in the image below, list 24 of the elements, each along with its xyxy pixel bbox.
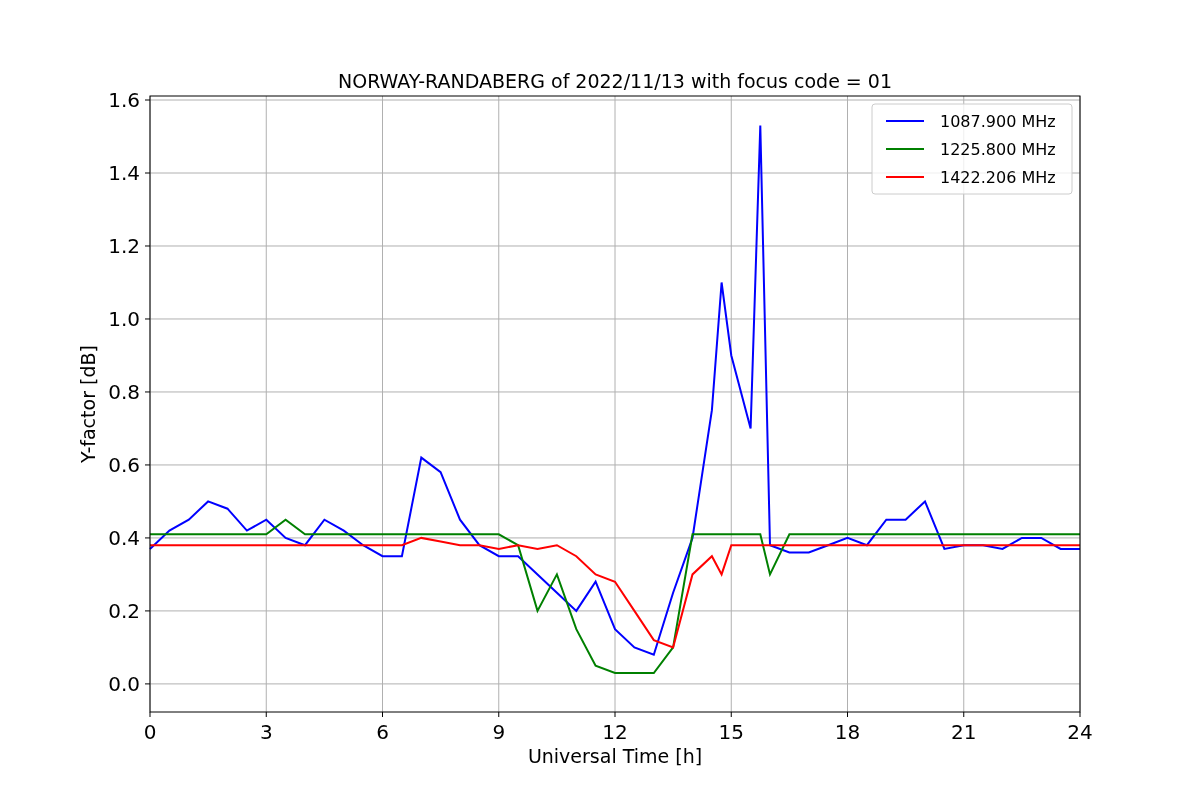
x-tick-label: 15	[718, 720, 744, 744]
legend-label: 1225.800 MHz	[940, 140, 1056, 159]
x-tick-label: 12	[602, 720, 628, 744]
chart-title: NORWAY-RANDABERG of 2022/11/13 with focus code = 01	[338, 70, 892, 92]
y-tick-label: 0.8	[108, 379, 140, 404]
y-tick-label: 1.0	[108, 306, 140, 331]
legend-label: 1422.206 MHz	[940, 168, 1056, 187]
y-tick-label: 1.4	[108, 161, 140, 185]
x-tick-label: 3	[259, 720, 273, 744]
y-axis-label: Y-factor [dB]	[77, 345, 99, 463]
y-tick-label: 0.6	[108, 452, 140, 477]
y-tick-label: 0.2	[108, 598, 140, 623]
y-tick-label: 1.6	[108, 88, 140, 112]
y-tick-label: 1.2	[108, 234, 140, 258]
x-tick-label: 0	[143, 720, 157, 744]
y-tick-label: 0.0	[108, 671, 140, 696]
x-tick-label: 9	[492, 720, 506, 744]
x-tick-label: 24	[1067, 720, 1093, 744]
y-tick-label: 0.4	[108, 525, 140, 550]
x-tick-label: 6	[376, 720, 389, 744]
x-axis-label: Universal Time [h]	[527, 745, 703, 767]
x-tick-label: 18	[834, 720, 861, 744]
legend-label: 1087.900 MHz	[940, 112, 1056, 131]
x-tick-label: 21	[951, 720, 977, 744]
